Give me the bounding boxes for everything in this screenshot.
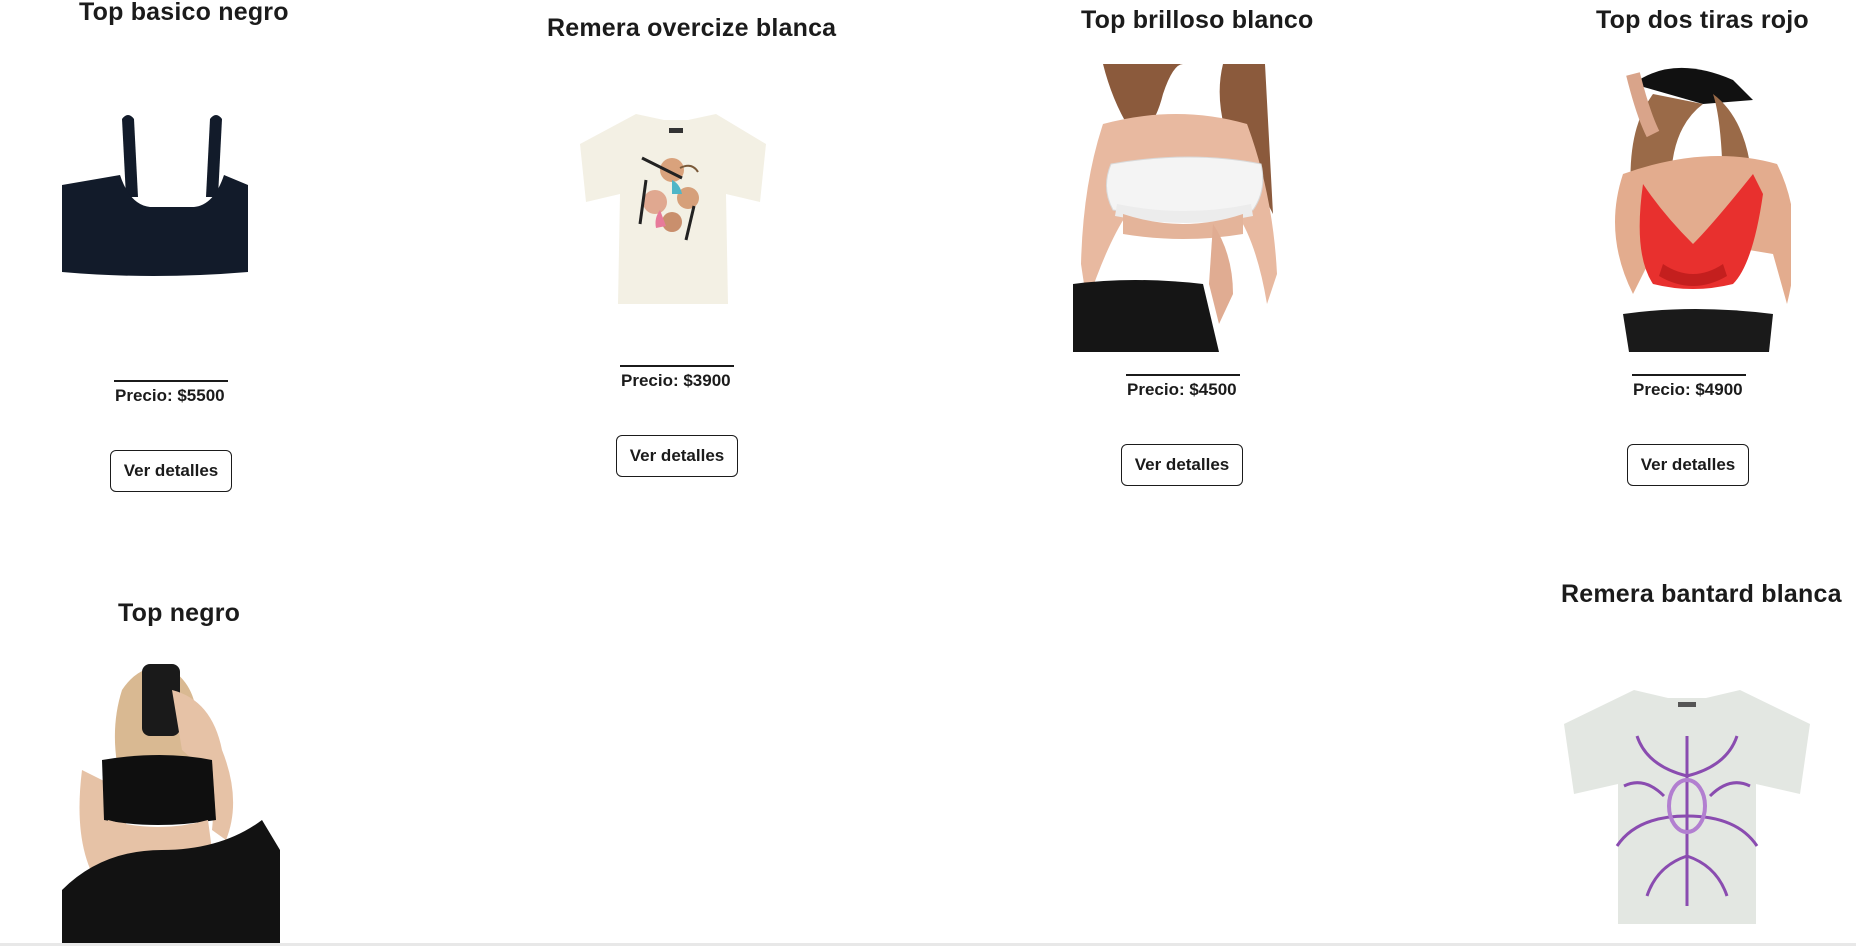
price-divider xyxy=(620,365,734,367)
ver-detalles-button[interactable]: Ver detalles xyxy=(616,435,738,477)
product-title: Top basico negro xyxy=(79,0,289,26)
product-image[interactable] xyxy=(62,660,280,944)
black-crop-top-icon xyxy=(62,115,248,276)
product-image[interactable] xyxy=(62,105,282,305)
black-top-selfie-icon xyxy=(62,660,280,944)
white-satin-top-icon xyxy=(1073,64,1291,352)
product-price: Precio: $3900 xyxy=(621,371,731,390)
price-divider xyxy=(1632,374,1746,376)
product-price: Precio: $4900 xyxy=(1633,380,1743,399)
cherub-tshirt-icon xyxy=(580,114,766,304)
product-image[interactable] xyxy=(1564,686,1810,924)
red-halter-top-icon xyxy=(1603,64,1791,352)
ver-detalles-button[interactable]: Ver detalles xyxy=(110,450,232,492)
product-title: Remera bantard blanca xyxy=(1561,580,1842,608)
product-title: Remera overcize blanca xyxy=(547,14,837,42)
product-image[interactable] xyxy=(576,110,776,306)
product-image[interactable] xyxy=(1603,64,1791,352)
product-title: Top negro xyxy=(118,599,241,627)
ver-detalles-button[interactable]: Ver detalles xyxy=(1627,444,1749,486)
product-price: Precio: $4500 xyxy=(1127,380,1237,399)
price-divider xyxy=(114,380,228,382)
product-price: Precio: $5500 xyxy=(115,386,225,405)
purple-print-tshirt-icon xyxy=(1564,690,1810,924)
product-title: Top dos tiras rojo xyxy=(1596,6,1809,34)
product-image[interactable] xyxy=(1073,64,1291,352)
product-title: Top brilloso blanco xyxy=(1081,6,1314,34)
price-divider xyxy=(1126,374,1240,376)
ver-detalles-button[interactable]: Ver detalles xyxy=(1121,444,1243,486)
